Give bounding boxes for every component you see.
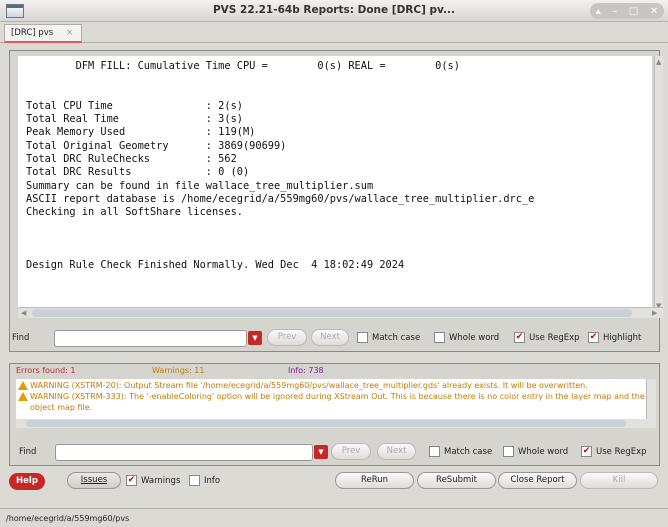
tab-bar: [DRC] pvs ×: [0, 22, 668, 43]
scroll-thumb[interactable]: [32, 309, 632, 317]
checkbox-box: [189, 475, 200, 486]
match-case-checkbox[interactable]: Match case: [429, 446, 492, 457]
close-report-button[interactable]: Close Report: [498, 472, 577, 489]
find-history-dropdown[interactable]: ▼: [248, 331, 262, 345]
log-line: Total Original Geometry : 3869(90699): [26, 139, 287, 152]
help-button[interactable]: Help: [9, 473, 45, 490]
whole-word-checkbox[interactable]: Whole word: [434, 332, 499, 343]
log-line: Checking in all SoftShare licenses.: [26, 206, 243, 219]
next-button[interactable]: Next: [311, 329, 349, 346]
checkbox-box: [429, 446, 440, 457]
check-icon: ✔: [514, 332, 525, 343]
warning-icon: [18, 381, 28, 390]
log-panel: DFM FILL: Cumulative Time CPU = 0(s) REA…: [9, 50, 663, 352]
log-line: Total DRC RuleChecks : 562: [26, 153, 237, 166]
scroll-up-icon[interactable]: ▲: [656, 58, 661, 66]
status-bar: /home/ecegrid/a/559mg60/pvs: [0, 508, 668, 527]
resubmit-button[interactable]: ReSubmit: [417, 472, 496, 489]
scroll-left-icon[interactable]: ◀: [21, 309, 26, 317]
tab-drc-pvs[interactable]: [DRC] pvs ×: [4, 24, 82, 43]
log-line: Total DRC Results : 0 (0): [26, 166, 250, 179]
info-checkbox[interactable]: Info: [189, 475, 220, 486]
list-item[interactable]: WARNING (XSTRM-20): Output Stream file '…: [18, 380, 646, 391]
prev-button[interactable]: Prev: [267, 329, 307, 346]
find-history-dropdown[interactable]: ▼: [314, 445, 328, 459]
check-icon: ✔: [588, 332, 599, 343]
scroll-thumb[interactable]: [26, 420, 626, 427]
tab-label: [DRC] pvs: [11, 28, 54, 38]
log-horizontal-scrollbar[interactable]: ◀ ▶: [18, 307, 663, 318]
find-bar-messages: Find ▼ Prev Next Match case Whole word ✔…: [10, 443, 661, 463]
log-line: DFM FILL: Cumulative Time CPU = 0(s) REA…: [26, 60, 460, 72]
checkbox-box: [503, 446, 514, 457]
checkbox-box: [434, 332, 445, 343]
log-line: Summary can be found in file wallace_tre…: [26, 179, 374, 192]
message-counts: Errors found: 1 Warnings: 11 Info: 738: [16, 366, 656, 379]
kill-button[interactable]: Kill: [580, 472, 658, 489]
check-icon: ✔: [126, 475, 137, 486]
log-line: Design Rule Check Finished Normally. Wed…: [26, 259, 405, 272]
minimize-icon[interactable]: –: [612, 6, 617, 17]
check-icon: ✔: [581, 446, 592, 457]
issues-button[interactable]: Issues: [67, 472, 121, 489]
title-bar: PVS 22.21-64b Reports: Done [DRC] pv... …: [0, 0, 668, 22]
find-input[interactable]: [54, 330, 247, 347]
window-title: PVS 22.21-64b Reports: Done [DRC] pv...: [212, 4, 456, 16]
log-line: Peak Memory Used : 119(M): [26, 126, 256, 139]
tab-close-icon[interactable]: ×: [66, 28, 73, 38]
match-case-checkbox[interactable]: Match case: [357, 332, 420, 343]
highlight-checkbox[interactable]: ✔ Highlight: [588, 332, 641, 343]
list-item[interactable]: WARNING (XSTRM-333): The '-enableColorin…: [18, 391, 646, 413]
status-path: /home/ecegrid/a/559mg60/pvs: [6, 514, 130, 523]
restore-icon[interactable]: ▴: [596, 6, 601, 17]
window-controls: ▴ – □ ✕: [590, 3, 664, 19]
warnings-count: Warnings: 11: [152, 366, 205, 375]
message-list: WARNING (XSTRM-20): Output Stream file '…: [16, 379, 646, 419]
whole-word-checkbox[interactable]: Whole word: [503, 446, 568, 457]
checkbox-box: [357, 332, 368, 343]
log-text: DFM FILL: Cumulative Time CPU = 0(s) REA…: [18, 56, 652, 314]
errors-count: Errors found: 1: [16, 366, 76, 375]
messages-vertical-scrollbar[interactable]: [646, 379, 656, 419]
find-bar-log: Find ▼ Prev Next Match case Whole word ✔…: [9, 329, 660, 349]
warnings-checkbox[interactable]: ✔ Warnings: [126, 475, 180, 486]
find-label: Find: [12, 333, 30, 343]
messages-panel: Errors found: 1 Warnings: 11 Info: 738 W…: [9, 363, 660, 466]
prev-button[interactable]: Prev: [331, 443, 371, 460]
maximize-icon[interactable]: □: [629, 6, 638, 17]
messages-horizontal-scrollbar[interactable]: [16, 419, 656, 428]
info-count: Info: 738: [288, 366, 324, 375]
log-line: ASCII report database is /home/ecegrid/a…: [26, 192, 535, 205]
use-regexp-checkbox[interactable]: ✔ Use RegExp: [514, 332, 580, 343]
close-icon[interactable]: ✕: [650, 6, 658, 17]
scroll-right-icon[interactable]: ▶: [652, 309, 657, 317]
find-label: Find: [19, 447, 37, 457]
bottom-toolbar: Help Issues ✔ Warnings Info ReRun ReSubmi…: [9, 472, 660, 492]
use-regexp-checkbox[interactable]: ✔ Use RegExp: [581, 446, 647, 457]
log-vertical-scrollbar[interactable]: ▲ ▼: [654, 56, 663, 314]
next-button[interactable]: Next: [377, 443, 416, 460]
log-line: Total CPU Time : 2(s): [26, 99, 243, 112]
rerun-button[interactable]: ReRun: [335, 472, 414, 489]
log-line: Total Real Time : 3(s): [26, 113, 243, 126]
warning-icon: [18, 392, 28, 401]
find-input[interactable]: [55, 444, 313, 461]
